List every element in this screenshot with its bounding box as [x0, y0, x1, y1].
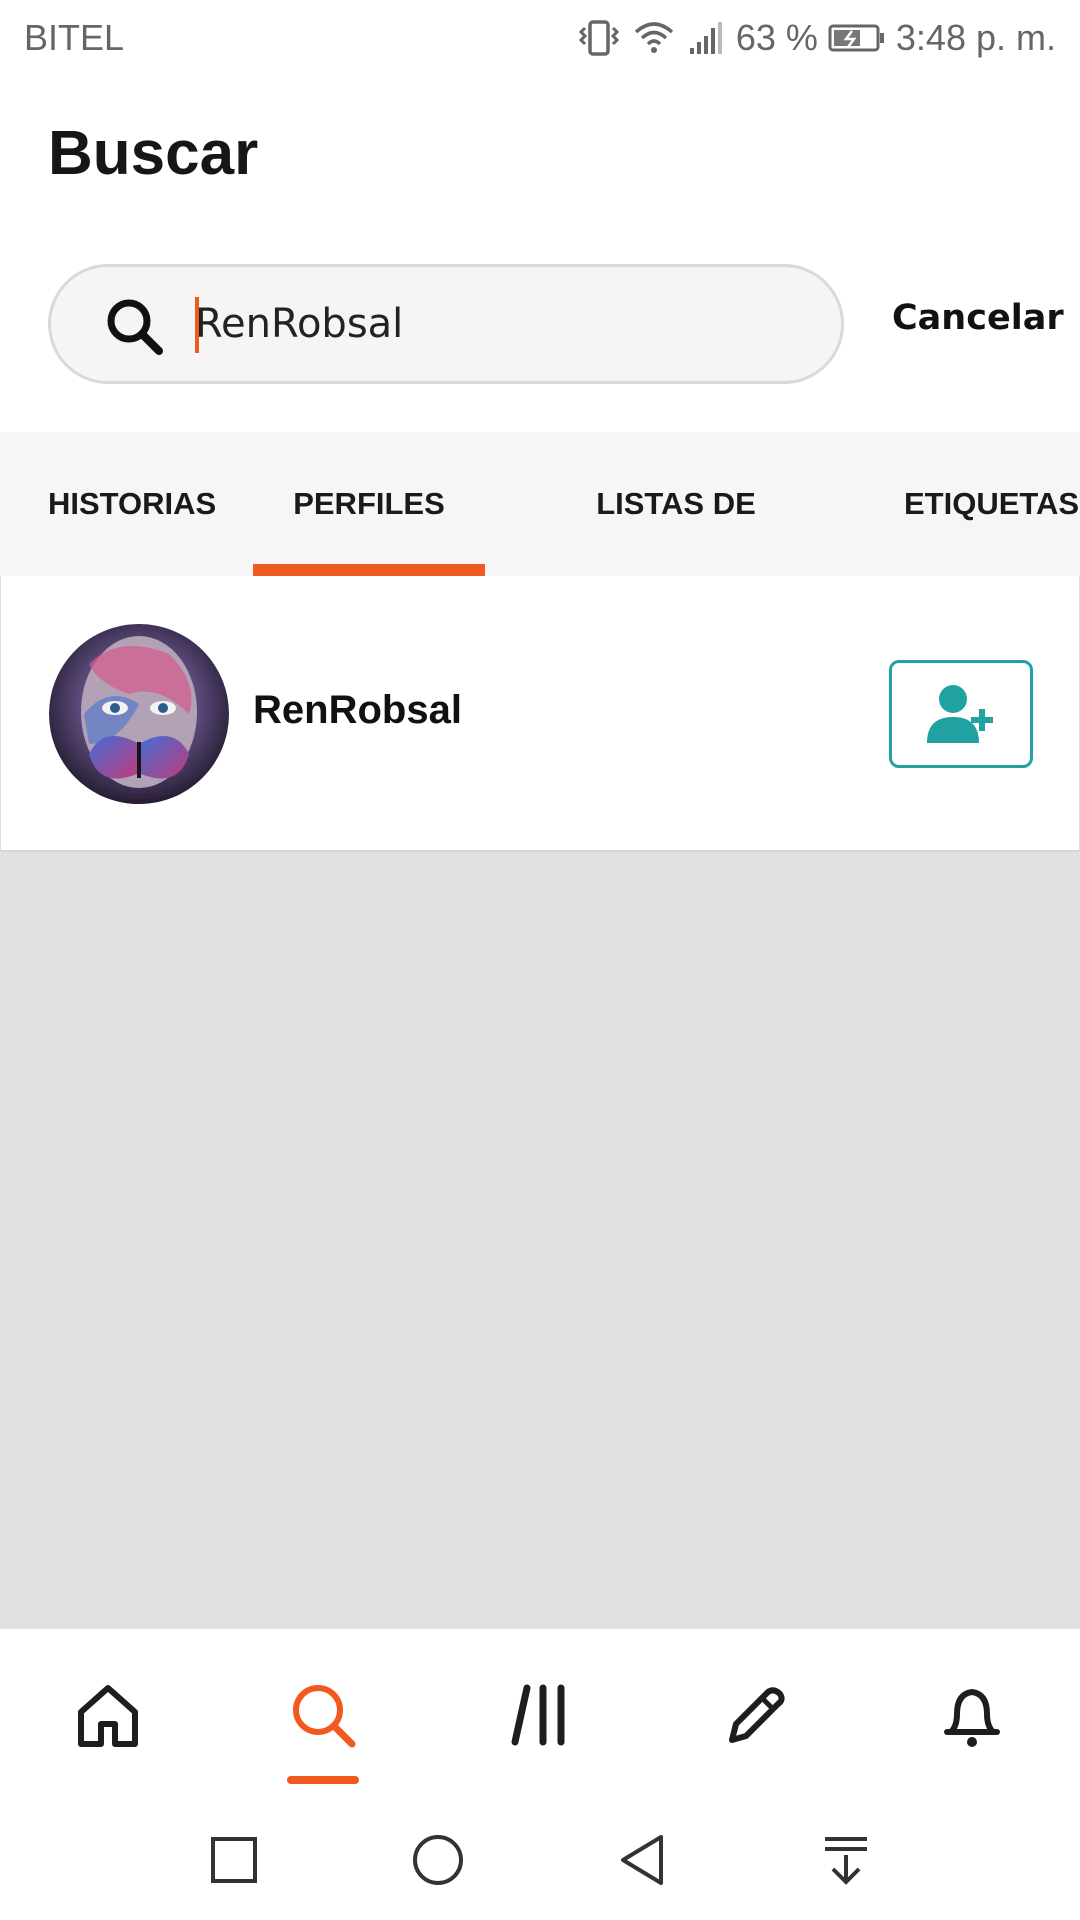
page-title: Buscar — [48, 119, 259, 188]
status-icons: 63 % 3:48 p. m. — [576, 17, 1056, 59]
tab-historias[interactable]: HISTORIAS — [48, 432, 216, 576]
vibrate-icon — [576, 18, 622, 58]
avatar[interactable] — [49, 624, 229, 804]
tab-etiquetas[interactable]: ETIQUETAS — [904, 432, 1080, 576]
tab-bar: HISTORIAS PERFILES LISTAS DE LECTURA ETI… — [0, 432, 1080, 665]
bottom-nav — [0, 1628, 1080, 1788]
search-input[interactable] — [195, 267, 795, 381]
library-icon[interactable] — [502, 1675, 582, 1755]
clock: 3:48 p. m. — [895, 17, 1056, 58]
status-bar: BITEL 63 % 3:48 p. m. — [0, 0, 1080, 76]
add-user-icon — [923, 681, 999, 748]
cancel-button[interactable]: Cancelar — [892, 298, 1064, 338]
recents-icon[interactable] — [204, 1830, 264, 1890]
tab-perfiles[interactable]: PERFILES — [253, 432, 485, 576]
tab-listas-de-lectura[interactable]: LISTAS DE LECTURA — [520, 432, 832, 665]
battery-icon — [828, 23, 886, 53]
follow-button[interactable] — [889, 660, 1033, 768]
empty-results-area — [0, 852, 1080, 1628]
notifications-icon[interactable] — [932, 1675, 1012, 1755]
home-circle-icon[interactable] — [408, 1830, 468, 1890]
profile-username[interactable]: RenRobsal — [253, 688, 462, 733]
system-nav-bar — [0, 1800, 1080, 1920]
signal-icon — [686, 18, 726, 58]
home-icon[interactable] — [68, 1675, 148, 1755]
back-icon[interactable] — [612, 1830, 672, 1890]
battery-percent: 63 % — [735, 17, 818, 58]
profile-result-row[interactable]: RenRobsal — [0, 576, 1080, 852]
write-icon[interactable] — [715, 1675, 795, 1755]
active-nav-indicator — [287, 1776, 359, 1784]
active-tab-indicator — [253, 564, 485, 576]
search-icon — [103, 295, 167, 359]
wifi-icon — [632, 18, 676, 58]
notification-pull-icon[interactable] — [816, 1830, 876, 1890]
carrier-name: BITEL — [24, 17, 125, 58]
search-box[interactable] — [48, 264, 844, 384]
search-icon[interactable] — [283, 1675, 363, 1755]
